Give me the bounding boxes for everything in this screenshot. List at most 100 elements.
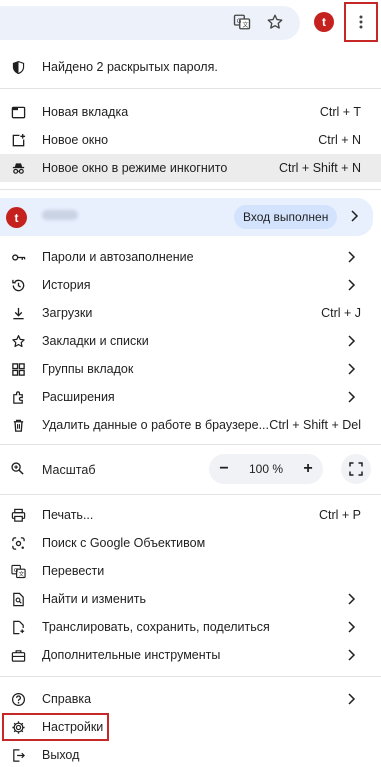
menu-item-extensions[interactable]: Расширения	[0, 383, 381, 411]
bookmarks-label: Закладки и списки	[42, 334, 149, 348]
password-alert-label: Найдено 2 раскрытых пароля.	[42, 60, 218, 74]
menu-item-passwords[interactable]: Пароли и автозаполнение	[0, 243, 381, 271]
divider	[0, 494, 381, 495]
find-label: Найти и изменить	[42, 592, 146, 606]
new-tab-label: Новая вкладка	[42, 105, 129, 119]
address-bar[interactable]	[0, 6, 300, 40]
downloads-shortcut: Ctrl + J	[321, 306, 361, 320]
more-tools-label: Дополнительные инструменты	[42, 648, 221, 662]
profile-name-blurred: tiffany	[42, 210, 78, 220]
menu-item-find[interactable]: Найти и изменить	[0, 585, 381, 613]
browser-toolbar: G文 t	[0, 0, 381, 44]
zoom-label: Масштаб	[42, 463, 96, 477]
fullscreen-icon	[349, 462, 363, 476]
google-lens-label: Поиск с Google Объективом	[42, 536, 206, 550]
new-window-icon	[10, 132, 26, 148]
shield-icon	[10, 59, 26, 75]
history-icon	[10, 277, 26, 293]
chevron-right-icon	[347, 648, 357, 662]
printer-icon	[10, 507, 26, 523]
new-tab-icon	[10, 104, 26, 120]
fullscreen-button[interactable]	[341, 454, 371, 484]
gear-icon	[10, 719, 26, 735]
translate-icon[interactable]: G文	[232, 12, 252, 32]
downloads-label: Загрузки	[42, 306, 93, 320]
google-lens-icon	[10, 535, 26, 551]
divider	[0, 189, 381, 190]
clear-data-shortcut: Ctrl + Shift + Del	[269, 418, 361, 432]
menu-item-translate[interactable]: G文 Перевести	[0, 557, 381, 585]
incognito-shortcut: Ctrl + Shift + N	[279, 161, 361, 175]
tab-groups-icon	[10, 361, 26, 377]
menu-item-bookmarks[interactable]: Закладки и списки	[0, 327, 381, 355]
download-icon	[10, 305, 26, 321]
new-tab-shortcut: Ctrl + T	[319, 105, 361, 119]
profile-row[interactable]: t tiffany Вход выполнен	[0, 198, 373, 236]
menu-item-google-lens[interactable]: Поиск с Google Объективом	[0, 529, 381, 557]
chevron-right-icon	[347, 390, 357, 404]
chevron-right-icon	[350, 210, 360, 224]
zoom-icon	[10, 461, 26, 477]
clear-data-label: Удалить данные о работе в браузере...	[42, 418, 269, 432]
puzzle-icon	[10, 389, 26, 405]
signed-in-badge: Вход выполнен	[234, 205, 338, 229]
chevron-right-icon	[347, 620, 357, 634]
profile-avatar: t	[6, 207, 27, 228]
divider	[0, 676, 381, 677]
translate-icon: G文	[10, 563, 26, 579]
svg-text:文: 文	[242, 21, 248, 29]
cast-label: Транслировать, сохранить, поделиться	[42, 620, 270, 634]
new-window-label: Новое окно	[42, 133, 109, 147]
star-icon[interactable]	[265, 12, 285, 32]
exit-icon	[10, 747, 26, 763]
find-icon	[10, 591, 26, 607]
extensions-label: Расширения	[42, 390, 115, 404]
cast-save-share-icon	[10, 619, 26, 635]
divider	[0, 444, 381, 445]
svg-text:文: 文	[18, 570, 24, 578]
kebab-menu-icon	[359, 15, 363, 29]
menu-item-clear-data[interactable]: Удалить данные о работе в браузере... Ct…	[0, 411, 381, 439]
help-label: Справка	[42, 692, 92, 706]
passwords-label: Пароли и автозаполнение	[42, 250, 194, 264]
history-label: История	[42, 278, 91, 292]
menu-item-settings[interactable]: Настройки	[0, 713, 381, 741]
zoom-out-button[interactable]: −	[209, 454, 239, 484]
incognito-icon	[10, 160, 26, 176]
menu-item-more-tools[interactable]: Дополнительные инструменты	[0, 641, 381, 669]
svg-text:G: G	[237, 18, 242, 25]
chrome-menu-button[interactable]	[344, 2, 378, 42]
menu-item-help[interactable]: Справка	[0, 685, 381, 713]
menu-item-exit[interactable]: Выход	[0, 741, 381, 767]
menu-item-new-window[interactable]: Новое окно Ctrl + N	[0, 126, 381, 154]
print-label: Печать...	[42, 508, 94, 522]
chevron-right-icon	[347, 692, 357, 706]
menu-item-history[interactable]: История	[0, 271, 381, 299]
menu-item-new-tab[interactable]: Новая вкладка Ctrl + T	[0, 98, 381, 126]
new-window-shortcut: Ctrl + N	[318, 133, 361, 147]
password-alert-item[interactable]: Найдено 2 раскрытых пароля.	[0, 53, 381, 81]
chevron-right-icon	[347, 278, 357, 292]
star-icon	[10, 333, 26, 349]
svg-text:G: G	[13, 567, 17, 573]
translate-label: Перевести	[42, 564, 105, 578]
menu-item-print[interactable]: Печать... Ctrl + P	[0, 501, 381, 529]
incognito-label: Новое окно в режиме инкогнито	[42, 161, 228, 175]
toolbox-icon	[10, 647, 26, 663]
key-icon	[10, 249, 26, 265]
zoom-control: − 100 % +	[209, 454, 323, 484]
exit-label: Выход	[42, 748, 80, 762]
zoom-in-button[interactable]: +	[293, 454, 323, 484]
print-shortcut: Ctrl + P	[318, 508, 361, 522]
menu-item-downloads[interactable]: Загрузки Ctrl + J	[0, 299, 381, 327]
chevron-right-icon	[347, 250, 357, 264]
zoom-row: Масштаб − 100 % +	[0, 454, 381, 484]
zoom-value: 100 %	[248, 462, 284, 476]
profile-avatar[interactable]: t	[314, 12, 334, 32]
menu-item-incognito[interactable]: Новое окно в режиме инкогнито Ctrl + Shi…	[0, 154, 381, 182]
chevron-right-icon	[347, 334, 357, 348]
menu-item-tab-groups[interactable]: Группы вкладок	[0, 355, 381, 383]
menu-item-cast[interactable]: Транслировать, сохранить, поделиться	[0, 613, 381, 641]
settings-label: Настройки	[42, 720, 104, 734]
tab-groups-label: Группы вкладок	[42, 362, 134, 376]
